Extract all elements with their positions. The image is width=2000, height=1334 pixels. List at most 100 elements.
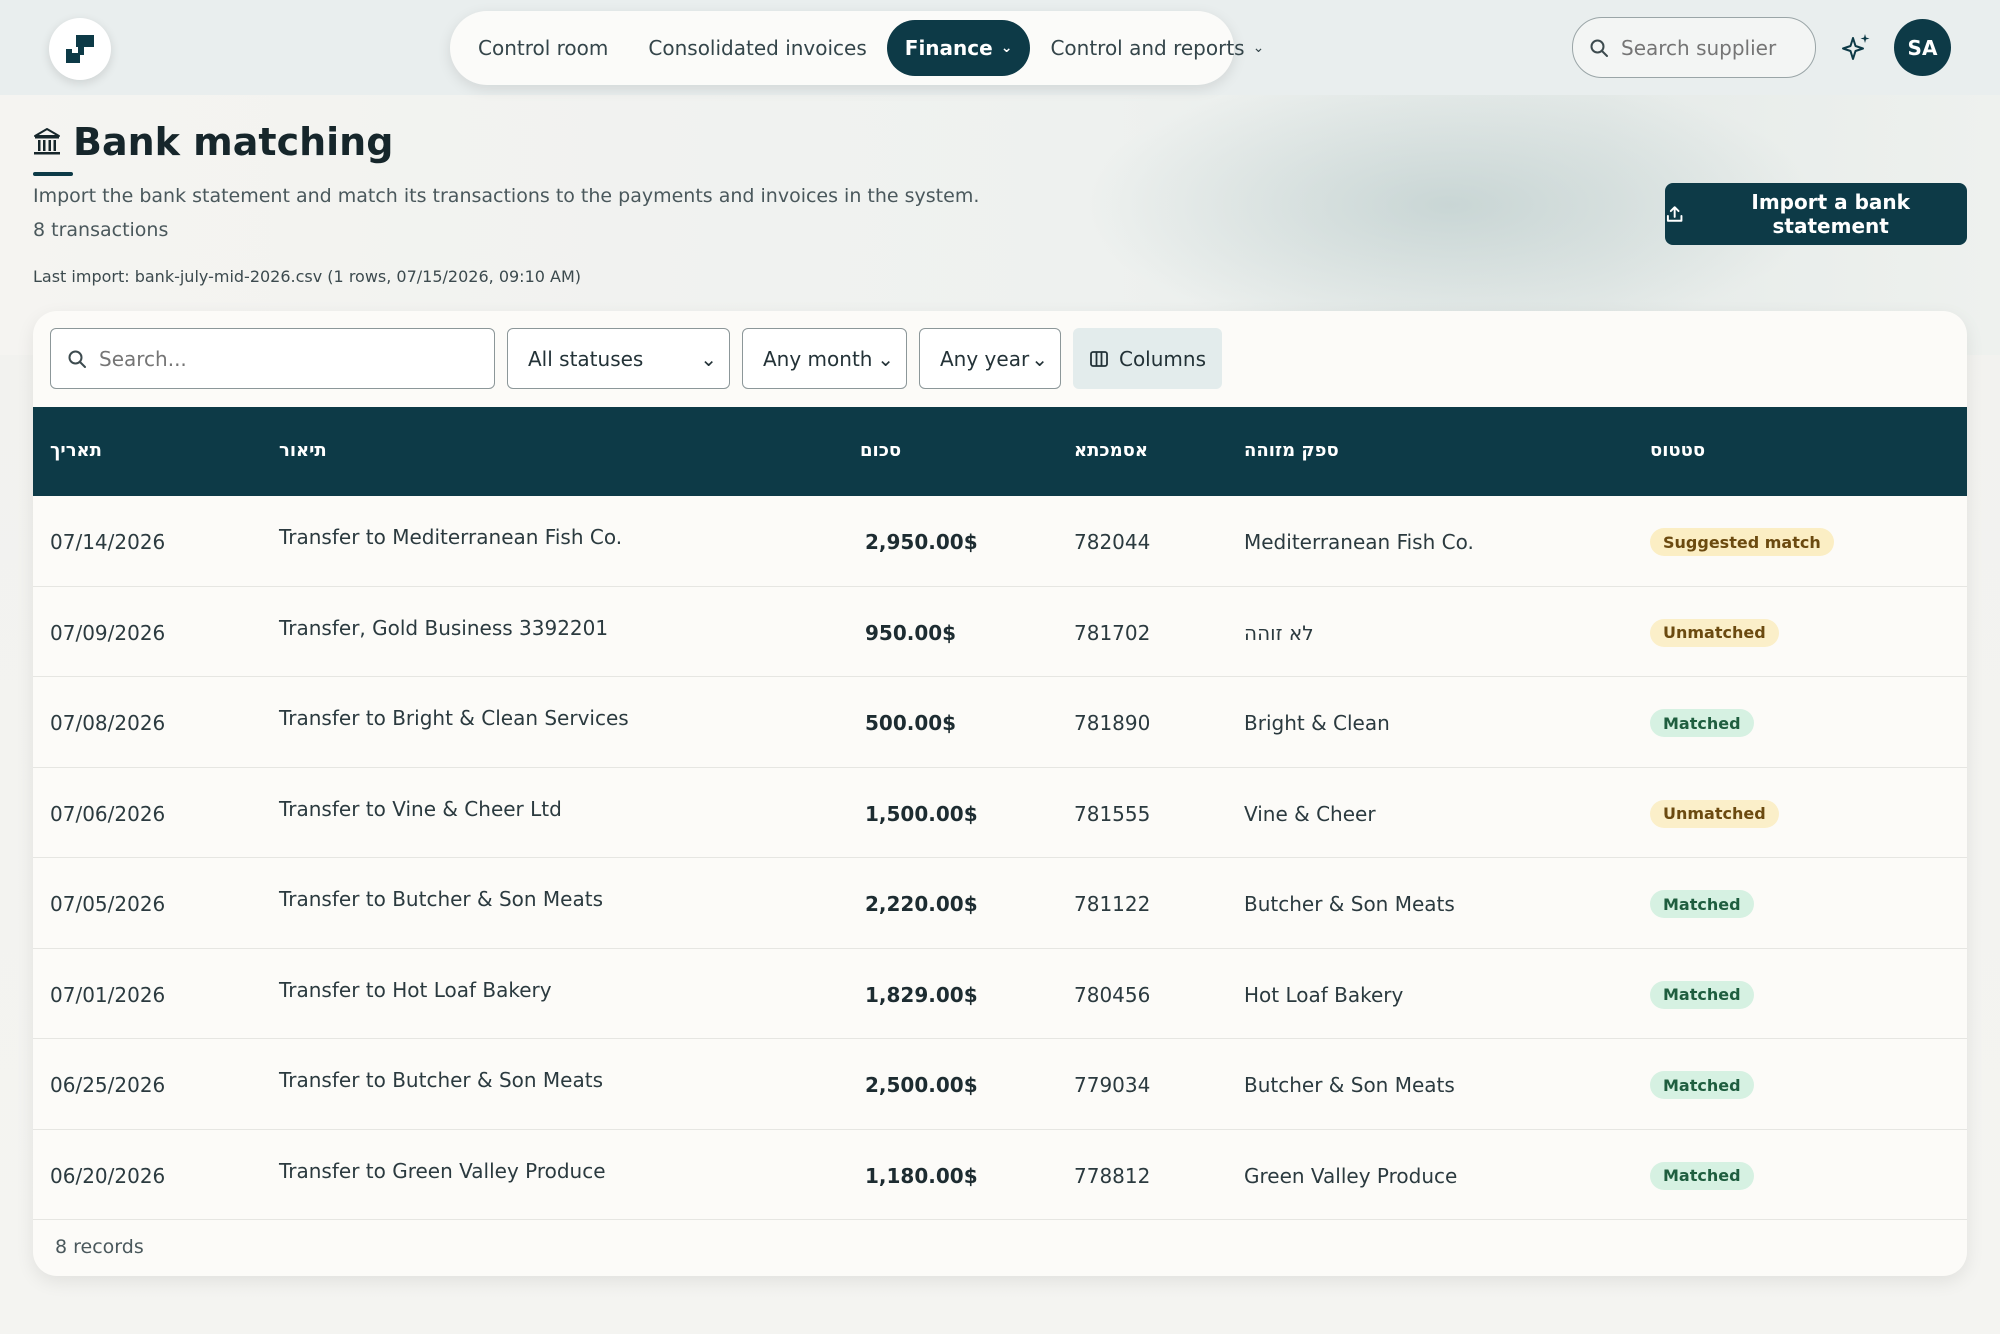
cell-description: Transfer to Vine & Cheer Ltd (279, 796, 562, 821)
cell-amount: 2,950.00$ (865, 530, 978, 554)
cell-reference: 782044 (1074, 530, 1151, 554)
cell-supplier: לא זוהה (1244, 620, 1314, 645)
bank-icon (34, 128, 60, 155)
cell-reference: 781890 (1074, 711, 1151, 735)
nav-label: Control room (478, 36, 609, 60)
user-avatar[interactable]: SA (1894, 19, 1951, 76)
columns-icon (1090, 350, 1108, 367)
cell-amount: 2,220.00$ (865, 892, 978, 916)
nav-consolidated-invoices[interactable]: Consolidated invoices (628, 20, 886, 76)
nav-finance[interactable]: Finance ⌄ (886, 20, 1031, 76)
table-row[interactable]: 06/25/2026 Transfer to Butcher & Son Mea… (33, 1039, 1967, 1130)
table-row[interactable]: 07/09/2026 Transfer, Gold Business 33922… (33, 587, 1967, 677)
cell-description: Transfer, Gold Business 3392201 (279, 615, 609, 640)
table-search-input[interactable] (99, 346, 459, 371)
table-row[interactable]: 07/05/2026 Transfer to Butcher & Son Mea… (33, 858, 1967, 949)
header-reference[interactable]: אסמכתא (1074, 440, 1148, 461)
cell-description: Transfer to Mediterranean Fish Co. (279, 525, 623, 549)
status-badge[interactable]: Suggested match (1650, 528, 1834, 556)
filter-bar: All statuses ⌄ Any month ⌄ Any year ⌄ Co… (50, 328, 1222, 389)
cell-supplier: Green Valley Produce (1244, 1163, 1458, 1188)
cell-date: 07/08/2026 (50, 711, 166, 735)
nav-label: Consolidated invoices (648, 36, 867, 60)
chevron-down-icon: ⌄ (877, 346, 894, 371)
status-badge[interactable]: Matched (1650, 980, 1754, 1009)
columns-label: Columns (1118, 346, 1206, 371)
nav-control-room[interactable]: Control room (458, 20, 628, 76)
nav-label: Control and reports (1050, 36, 1245, 60)
cell-reference: 780456 (1074, 982, 1151, 1007)
status-badge[interactable]: Matched (1650, 709, 1754, 737)
year-filter-value: Any year (940, 346, 1030, 371)
month-filter-select[interactable]: Any month ⌄ (742, 328, 907, 389)
columns-button[interactable]: Columns (1073, 328, 1222, 389)
cell-reference: 781122 (1074, 892, 1151, 916)
chevron-down-icon: ⌄ (1252, 40, 1265, 56)
cell-date: 07/09/2026 (50, 620, 166, 645)
status-badge[interactable]: Unmatched (1650, 618, 1779, 647)
cell-amount: 2,500.00$ (865, 1073, 978, 1097)
cell-reference: 781702 (1074, 620, 1151, 645)
header-date[interactable]: תאריך (50, 440, 102, 461)
table-row[interactable]: 06/20/2026 Transfer to Green Valley Prod… (33, 1130, 1967, 1220)
page-header: Bank matching (33, 120, 393, 164)
ai-sparkle-icon[interactable] (1838, 30, 1874, 66)
import-button-label: Import a bank statement (1751, 190, 1910, 238)
table-row[interactable]: 07/08/2026 Transfer to Bright & Clean Se… (33, 677, 1967, 768)
import-bank-statement-button[interactable]: Import a bank statement (1665, 183, 1967, 245)
status-badge[interactable]: Matched (1650, 890, 1754, 918)
records-count: 8 records (55, 1236, 144, 1258)
status-badge[interactable]: Matched (1650, 1161, 1754, 1190)
cell-date: 07/14/2026 (50, 530, 166, 554)
table-search[interactable] (50, 328, 495, 389)
status-filter-select[interactable]: All statuses ⌄ (507, 328, 730, 389)
cell-supplier: Butcher & Son Meats (1244, 1073, 1455, 1097)
chevron-down-icon: ⌄ (1031, 346, 1048, 371)
year-filter-select[interactable]: Any year ⌄ (919, 328, 1061, 389)
top-bar: Control room Consolidated invoices Finan… (0, 0, 2000, 95)
cell-amount: 1,829.00$ (865, 982, 978, 1007)
status-badge[interactable]: Unmatched (1650, 799, 1779, 828)
app-logo[interactable] (49, 18, 111, 80)
last-import-info: Last import: bank-july-mid-2026.csv (1 r… (33, 267, 581, 286)
table-row[interactable]: 07/06/2026 Transfer to Vine & Cheer Ltd … (33, 768, 1967, 858)
header-status[interactable]: סטטוס (1650, 440, 1705, 461)
cell-supplier: Hot Loaf Bakery (1244, 982, 1404, 1007)
cell-description: Transfer to Green Valley Produce (279, 1158, 606, 1183)
header-amount[interactable]: סכום (860, 440, 901, 461)
cell-date: 07/06/2026 (50, 801, 166, 826)
search-icon (68, 350, 86, 368)
transaction-count: 8 transactions (33, 219, 169, 241)
month-filter-value: Any month (763, 346, 873, 371)
logo-icon (66, 35, 94, 63)
cell-date: 06/20/2026 (50, 1163, 166, 1188)
table-row[interactable]: 07/14/2026 Transfer to Mediterranean Fis… (33, 496, 1967, 587)
cell-amount: 500.00$ (865, 711, 957, 735)
table-header: תאריך תיאור סכום אסמכתא ספק מזוהה סטטוס (33, 407, 1967, 496)
table-row[interactable]: 07/01/2026 Transfer to Hot Loaf Bakery 1… (33, 949, 1967, 1039)
chevron-down-icon: ⌄ (700, 346, 717, 371)
header-description[interactable]: תיאור (279, 440, 327, 461)
supplier-search-input[interactable] (1621, 35, 1781, 60)
transactions-card: All statuses ⌄ Any month ⌄ Any year ⌄ Co… (33, 311, 1967, 1276)
cell-reference: 778812 (1074, 1163, 1151, 1188)
page-subtitle: Import the bank statement and match its … (33, 185, 980, 207)
cell-reference: 781555 (1074, 801, 1151, 826)
chevron-down-icon: ⌄ (1000, 40, 1013, 56)
cell-description: Transfer to Bright & Clean Services (279, 706, 629, 730)
cell-date: 06/25/2026 (50, 1073, 166, 1097)
cell-description: Transfer to Butcher & Son Meats (279, 1068, 604, 1092)
supplier-search[interactable] (1572, 17, 1816, 78)
cell-date: 07/01/2026 (50, 982, 166, 1007)
header-supplier[interactable]: ספק מזוהה (1244, 440, 1339, 461)
main-nav: Control room Consolidated invoices Finan… (450, 11, 1264, 85)
status-badge[interactable]: Matched (1650, 1071, 1754, 1099)
cell-amount: 1,500.00$ (865, 801, 978, 826)
cell-supplier: Bright & Clean (1244, 711, 1390, 735)
cell-description: Transfer to Hot Loaf Bakery (279, 977, 552, 1002)
search-icon (1590, 39, 1608, 57)
status-filter-value: All statuses (528, 346, 644, 371)
title-underline (33, 172, 73, 176)
page-title: Bank matching (73, 120, 394, 164)
nav-control-and-reports[interactable]: Control and reports ⌄ (1030, 20, 1284, 76)
